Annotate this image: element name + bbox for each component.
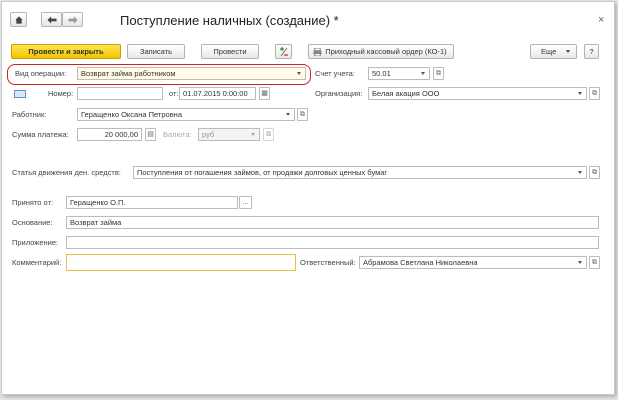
open-link-icon[interactable]: ⧉ (589, 166, 600, 179)
post-button[interactable]: Провести (201, 44, 259, 59)
account-label: Счет учета: (315, 69, 355, 78)
chevron-down-icon[interactable] (575, 257, 586, 268)
comment-field[interactable] (66, 254, 296, 271)
forward-button[interactable] (62, 12, 83, 27)
dt-kt-icon (280, 47, 288, 57)
organization-field[interactable]: Белая акация ООО (368, 87, 587, 100)
more-label: Еще (541, 47, 557, 56)
operation-type-label: Вид операции: (15, 69, 67, 78)
print-cash-receipt-button[interactable]: Приходный кассовый ордер (КО-1) (308, 44, 454, 59)
arrow-left-icon (47, 15, 56, 24)
responsible-label: Ответственный: (300, 258, 356, 267)
printer-icon (313, 48, 322, 56)
chevron-down-icon (248, 129, 259, 140)
open-link-icon[interactable]: ⧉ (433, 67, 444, 80)
currency-field: руб (198, 128, 260, 141)
basis-label: Основание: (12, 218, 53, 227)
number-field[interactable] (77, 87, 163, 100)
calculator-icon[interactable]: ▤ (145, 128, 156, 141)
attachment-label: Приложение: (12, 238, 59, 247)
home-icon (14, 15, 23, 24)
date-label: от: (169, 89, 179, 98)
more-button[interactable]: Еще (530, 44, 577, 59)
home-button[interactable] (10, 12, 27, 27)
close-icon[interactable]: × (598, 14, 604, 26)
cashflow-label: Статья движения ден. средств: (12, 168, 121, 177)
comment-label: Комментарий: (12, 258, 62, 267)
help-button[interactable]: ? (584, 44, 599, 59)
attachment-field[interactable] (66, 236, 599, 249)
received-from-field[interactable]: Геращенко О.П. (66, 196, 238, 209)
more-options-button[interactable]: … (239, 196, 252, 209)
print-cash-receipt-label: Приходный кассовый ордер (КО-1) (325, 47, 447, 56)
amount-label: Сумма платежа: (12, 130, 69, 139)
employee-value: Геращенко Оксана Петровна (81, 110, 182, 119)
save-button[interactable]: Записать (127, 44, 185, 59)
chevron-down-icon[interactable] (283, 109, 294, 120)
chevron-down-icon (566, 50, 570, 53)
employee-field[interactable]: Геращенко Оксана Петровна (77, 108, 295, 121)
responsible-field[interactable]: Абрамова Светлана Николаевна (359, 256, 587, 269)
open-link-icon[interactable]: ⧉ (589, 87, 600, 100)
back-button[interactable] (41, 12, 62, 27)
document-window: Поступление наличных (создание) * × Пров… (1, 1, 615, 395)
received-from-label: Принято от: (12, 198, 54, 207)
operation-type-select[interactable]: Возврат займа работником (77, 67, 306, 80)
calendar-icon[interactable]: ▦ (259, 87, 270, 100)
open-link-icon[interactable]: ⧉ (589, 256, 600, 269)
operation-type-value: Возврат займа работником (81, 69, 176, 78)
cashflow-value: Поступления от погашения займов, от прод… (137, 168, 388, 177)
open-link-icon[interactable]: ⧉ (297, 108, 308, 121)
currency-label: Валюта: (163, 130, 192, 139)
account-field[interactable]: 50.01 (368, 67, 430, 80)
cashflow-field[interactable]: Поступления от погашения займов, от прод… (133, 166, 587, 179)
account-value: 50.01 (372, 69, 391, 78)
basis-field[interactable]: Возврат займа (66, 216, 599, 229)
responsible-value: Абрамова Светлана Николаевна (363, 258, 478, 267)
chevron-down-icon[interactable] (575, 167, 586, 178)
numbering-icon[interactable] (14, 90, 26, 98)
chevron-down-icon[interactable] (575, 88, 586, 99)
organization-label: Организация: (315, 89, 363, 98)
page-title: Поступление наличных (создание) * (120, 13, 339, 28)
chevron-down-icon[interactable] (294, 68, 305, 79)
dt-kt-button[interactable] (275, 44, 292, 59)
date-field[interactable]: 01.07.2015 0:00:00 (179, 87, 256, 100)
arrow-right-icon (68, 15, 77, 24)
currency-value: руб (202, 130, 215, 139)
employee-label: Работник: (12, 110, 47, 119)
chevron-down-icon[interactable] (418, 68, 429, 79)
number-label: Номер: (48, 89, 74, 98)
organization-value: Белая акация ООО (372, 89, 440, 98)
post-and-close-button[interactable]: Провести и закрыть (11, 44, 121, 59)
amount-field[interactable]: 20 000,00 (77, 128, 142, 141)
open-link-icon: ⧉ (263, 128, 274, 141)
